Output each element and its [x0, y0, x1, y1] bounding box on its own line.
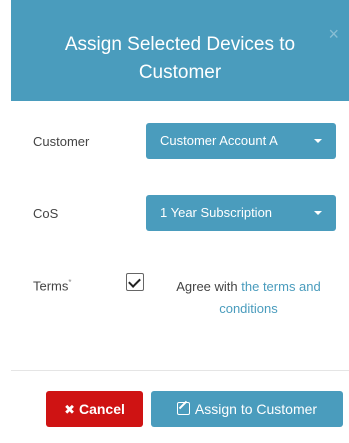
cos-select-value: 1 Year Subscription	[160, 205, 273, 220]
terms-agreement: Agree with the terms and conditions	[156, 276, 341, 320]
dialog-body: Customer Customer Account A CoS 1 Year S…	[11, 101, 349, 370]
terms-label-text: Terms	[33, 278, 69, 294]
cancel-button-label: Cancel	[78, 401, 125, 417]
dialog-header: Assign Selected Devices to Customer ×	[11, 0, 349, 101]
terms-label: Terms*	[33, 278, 72, 293]
times-icon: ✖	[64, 402, 75, 417]
cos-label: CoS	[33, 206, 59, 221]
dialog-title: Assign Selected Devices to Customer	[64, 34, 296, 83]
customer-select-value: Customer Account A	[160, 133, 278, 148]
assign-button-label: Assign to Customer	[194, 401, 318, 417]
cos-select[interactable]: 1 Year Subscription	[146, 195, 336, 231]
caret-down-icon	[314, 139, 322, 143]
required-mark: *	[68, 278, 72, 287]
checkmark-icon	[128, 275, 141, 288]
terms-checkbox[interactable]	[126, 273, 144, 291]
caret-down-icon	[314, 211, 322, 215]
cancel-button[interactable]: ✖ Cancel	[46, 391, 143, 427]
terms-prefix: Agree with	[176, 279, 242, 294]
customer-label: Customer	[33, 134, 90, 149]
customer-select[interactable]: Customer Account A	[146, 123, 336, 159]
assign-to-customer-button[interactable]: Assign to Customer	[151, 391, 343, 427]
dialog-footer: ✖ Cancel Assign to Customer	[11, 370, 349, 443]
edit-icon	[176, 402, 190, 415]
close-icon[interactable]: ×	[328, 24, 339, 45]
